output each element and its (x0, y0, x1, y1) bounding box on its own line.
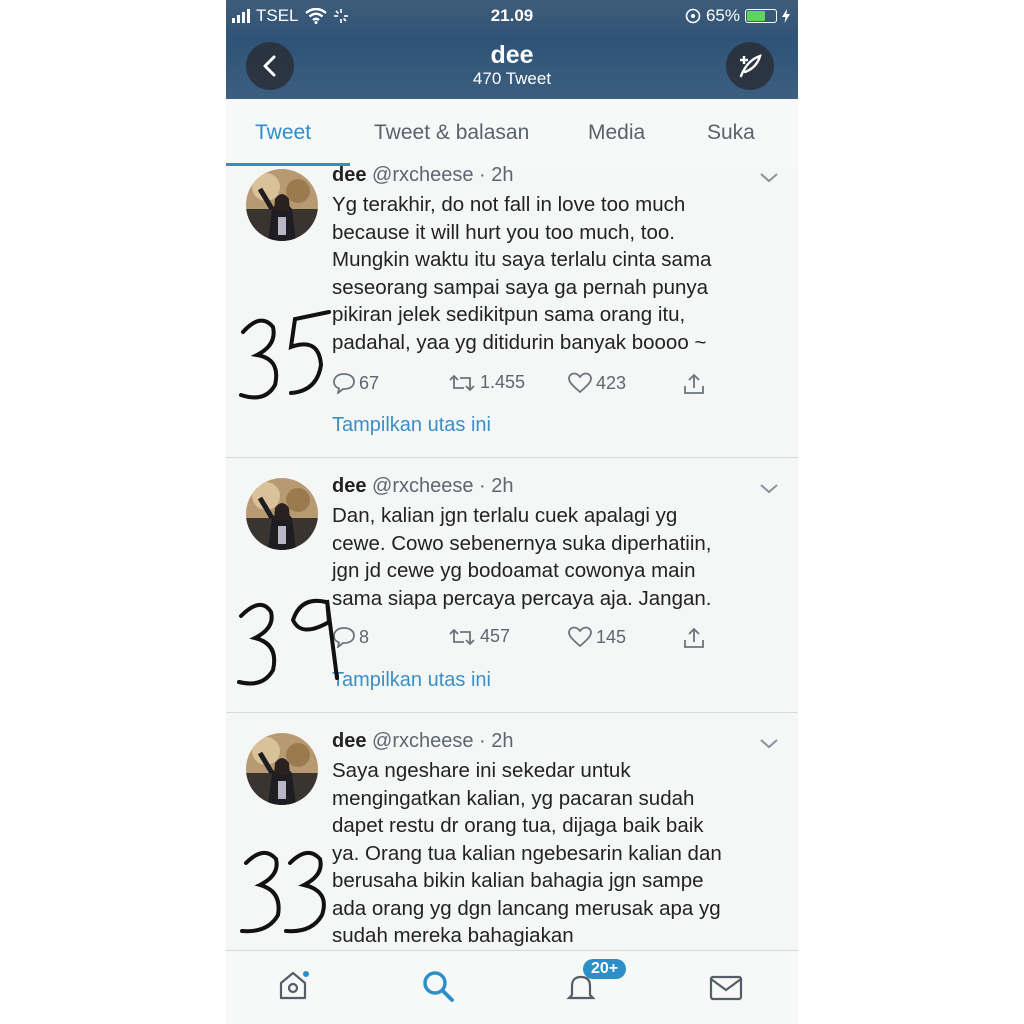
profile-header: TSEL 21.09 65% dee 470 Tweet (226, 0, 798, 99)
tweet-text-line: seseorang sampai saya ga pernah punya (332, 275, 709, 299)
tweet-count: 470 Tweet (472, 69, 552, 88)
tweet-text: Yg terakhir, do not fall in love too muc… (332, 191, 772, 356)
tweet-text-line: sama siapa percaya percaya aja. Jangan. (332, 586, 712, 610)
author-name[interactable]: dee (332, 475, 366, 497)
retweet-icon (449, 374, 475, 391)
tweet-text-line: because it will hurt you too much, too. (332, 220, 675, 244)
compose-feather-icon (739, 54, 762, 78)
author-handle-time: @rxcheese · 2h (372, 730, 514, 752)
heart-icon (568, 372, 592, 394)
chevron-down-icon[interactable] (760, 739, 778, 749)
tweet-actions: 8 457 145 (332, 626, 732, 652)
tweet-text-line: jgn jd cewe yg bodoamat cowonya main (332, 559, 696, 582)
tweet-text-line: padahal, yaa yg ditidurin banyak boooo ~ (332, 330, 707, 354)
home-icon[interactable] (277, 969, 309, 1001)
show-thread-link[interactable]: Tampilkan utas ini (332, 669, 491, 692)
share-button[interactable] (682, 372, 706, 396)
phone-screen: TSEL 21.09 65% dee 470 Tweet Tweet Tweet… (226, 0, 798, 1024)
chevron-down-icon[interactable] (760, 173, 778, 183)
reply-count: 67 (359, 372, 380, 393)
profile-name: dee (490, 41, 534, 69)
search-icon[interactable] (421, 969, 455, 1003)
tweet-header: dee @rxcheese · 2h (332, 164, 514, 187)
tab-tweet[interactable]: Tweet (255, 121, 311, 145)
like-button[interactable]: 145 (567, 626, 626, 648)
avatar[interactable] (246, 169, 318, 241)
avatar[interactable] (246, 478, 318, 550)
share-icon (684, 627, 704, 648)
tweet-header: dee @rxcheese · 2h (332, 730, 514, 753)
battery-percent: 65% (705, 6, 740, 25)
tweet-text-line: mengingatkan kalian, yg pacaran sudah (332, 786, 695, 810)
notification-badge: 20+ (583, 959, 627, 979)
author-name[interactable]: dee (332, 730, 366, 752)
tweet-card[interactable]: dee @rxcheese · 2h Yg terakhir, do not f… (226, 164, 798, 458)
tweet-text-line: pikiran jelek sedikitpun sama orang itu, (332, 303, 686, 326)
profile-tabs: Tweet Tweet & balasan Media Suka (226, 99, 798, 168)
compose-tweet-button[interactable] (726, 42, 774, 90)
battery-icon (745, 9, 777, 23)
avatar[interactable] (246, 733, 318, 805)
tab-likes[interactable]: Suka (707, 121, 755, 145)
handwritten-number (240, 851, 326, 934)
author-handle-time: @rxcheese · 2h (372, 475, 514, 497)
like-button[interactable]: 423 (567, 372, 626, 394)
share-icon (684, 373, 704, 394)
messages-icon[interactable] (709, 975, 743, 1001)
status-bar: TSEL 21.09 65% (226, 6, 798, 28)
tweet-text-line: ya. Orang tua kalian ngebesarin kalian d… (332, 841, 722, 865)
tweet-header: dee @rxcheese · 2h (332, 475, 514, 498)
author-name[interactable]: dee (332, 164, 366, 186)
handwritten-number (237, 598, 339, 686)
tweet-text-line: sudah mereka bahagiakan (332, 924, 574, 947)
tweet-text-line: Yg terakhir, do not fall in love too muc… (332, 193, 686, 216)
tweet-text-line: Saya ngeshare ini sekedar untuk (332, 759, 631, 782)
tweet-card[interactable]: dee @rxcheese · 2h Dan, kalian jgn terla… (226, 458, 798, 713)
heart-icon (568, 626, 592, 648)
charging-icon (782, 9, 790, 23)
orientation-lock-icon (685, 8, 701, 24)
tweet-text: Dan, kalian jgn terlalu cuek apalagi yg … (332, 502, 772, 612)
tweet-text-line: cewe. Cowo sebenernya suka diperhatiin, (332, 531, 712, 555)
tweet-text-line: ada orang yg dgn lancang merusak apa yg (332, 896, 721, 920)
like-count: 145 (596, 626, 627, 647)
chevron-down-icon[interactable] (760, 484, 778, 494)
author-handle-time: @rxcheese · 2h (372, 164, 514, 186)
bottom-navigation: 20+ (226, 950, 798, 1024)
tweet-text: Saya ngeshare ini sekedar untuk menginga… (332, 757, 772, 950)
tab-tweet-replies[interactable]: Tweet & balasan (374, 121, 529, 145)
retweet-count: 1.455 (480, 372, 526, 392)
retweet-button[interactable]: 457 (447, 626, 510, 647)
retweet-icon (449, 628, 475, 645)
retweet-button[interactable]: 1.455 (447, 372, 525, 393)
retweet-count: 457 (480, 626, 511, 646)
show-thread-link[interactable]: Tampilkan utas ini (332, 414, 491, 437)
share-button[interactable] (682, 626, 706, 650)
tweet-card[interactable]: dee @rxcheese · 2h Saya ngeshare ini sek… (226, 713, 798, 949)
tweet-actions: 67 1.455 423 (332, 372, 732, 398)
reply-count: 8 (359, 626, 370, 647)
handwritten-number (239, 310, 331, 400)
tab-media[interactable]: Media (588, 121, 645, 145)
tweet-text-line: Mungkin waktu itu saya terlalu cinta sam… (332, 248, 712, 271)
tweet-text-line: dapet restu dr orang tua, dijaga baik ba… (332, 814, 704, 837)
tweet-text-line: berusaha bikin kalian bahagia jgn sampe (332, 869, 704, 892)
tweet-text-line: Dan, kalian jgn terlalu cuek apalagi yg (332, 504, 678, 527)
like-count: 423 (596, 372, 627, 393)
